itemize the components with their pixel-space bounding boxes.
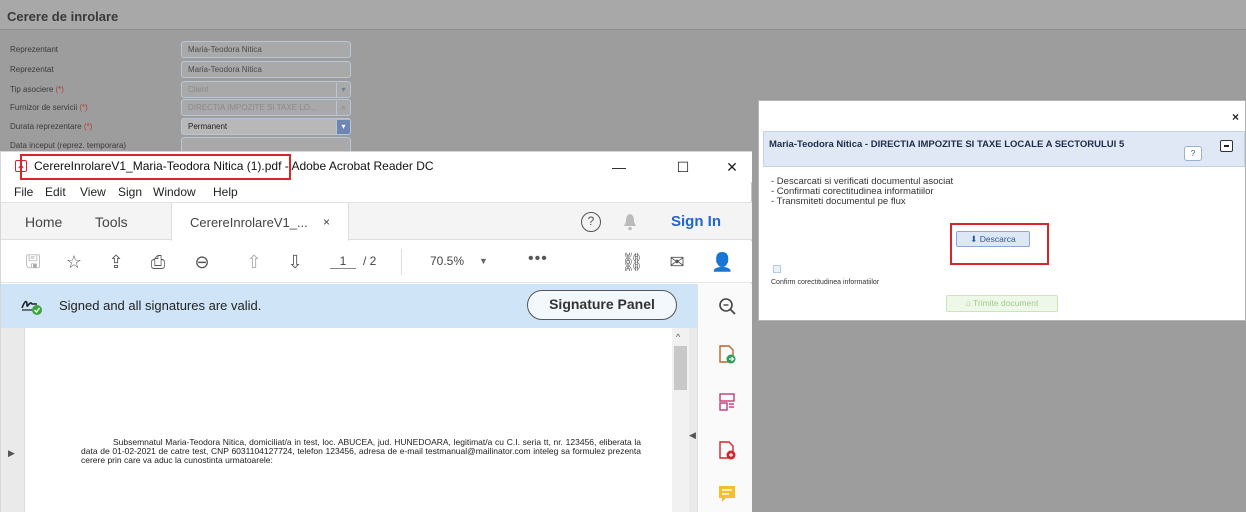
tab-tools[interactable]: Tools [95, 214, 128, 230]
send-document-button[interactable]: ⌂ Trimite document [946, 295, 1058, 312]
print-icon[interactable]: ⎙ [147, 251, 169, 273]
create-pdf-icon[interactable] [717, 440, 737, 460]
confirm-label: Confirm corectitudinea informatiilor [771, 279, 880, 286]
sign-in-link[interactable]: Sign In [671, 213, 721, 230]
vertical-scrollbar[interactable]: ^ [672, 328, 689, 512]
menu-view[interactable]: View [80, 185, 106, 199]
left-panel-arrow-icon[interactable]: ▶ [8, 448, 15, 459]
form-label: Reprezentant [10, 45, 59, 54]
add-user-icon[interactable]: 👤 [711, 251, 733, 273]
reprezentant-field[interactable]: Maria-Teodora Nitica [181, 41, 351, 58]
form-title: Cerere de inrolare [7, 9, 119, 24]
page-down-icon[interactable]: ⇩ [284, 251, 306, 273]
page-up-icon[interactable]: ⇧ [243, 251, 265, 273]
help-icon[interactable]: ? [581, 212, 601, 232]
minimize-button[interactable]: — [609, 157, 629, 177]
toolbar: 🖫 ☆ ⇪ ⎙ ⊖ ⇧ ⇩ 1 / 2 70.5% ▼ ••• ⛓ ✉ 👤 [1, 241, 752, 283]
menu-edit[interactable]: Edit [45, 185, 66, 199]
form-row-furnizor: Furnizor de servicii (*) DIRECTIA IMPOZI… [10, 99, 370, 117]
pdf-page: Subsemnatul Maria-Teodora Nitica, domici… [24, 328, 672, 512]
star-icon[interactable]: ☆ [63, 251, 85, 273]
signature-panel-button[interactable]: Signature Panel [527, 290, 677, 320]
chevron-down-icon: ▾ [336, 83, 350, 97]
furnizor-field[interactable]: DIRECTIA IMPOZITE SI TAXE LO... ⌕ [181, 99, 351, 116]
maximize-button[interactable]: ☐ [673, 157, 693, 177]
close-tab-icon[interactable]: × [323, 215, 330, 229]
form-label: Data inceput (reprez. temporara) [10, 141, 127, 150]
tools-rail [697, 284, 752, 512]
search-icon[interactable]: ⌕ [336, 101, 350, 115]
comment-icon[interactable] [717, 484, 737, 504]
tip-asociere-select[interactable]: Client ▾ [181, 81, 351, 98]
highlight-box [20, 154, 291, 180]
form-header: Cerere de inrolare [0, 0, 1246, 30]
form-label: Reprezentat [10, 65, 54, 74]
page-total: / 2 [363, 254, 377, 268]
send-label: Trimite document [973, 298, 1039, 308]
download-label: Descarca [979, 234, 1016, 244]
mail-icon[interactable]: ✉ [666, 251, 688, 273]
reprezentat-field[interactable]: Maria-Teodora Nitica [181, 61, 351, 78]
form-row-durata: Durata reprezentare (*) Permanent ▾ [10, 118, 370, 136]
scrollbar-thumb[interactable] [674, 346, 687, 390]
help-icon[interactable]: ? [1184, 146, 1202, 161]
close-button[interactable]: ✕ [722, 157, 742, 177]
form-label: Tip asociere (*) [10, 85, 64, 94]
close-icon[interactable]: × [1232, 110, 1239, 124]
menu-file[interactable]: File [14, 185, 33, 199]
signature-bar: Signed and all signatures are valid. Sig… [1, 284, 697, 328]
dialog-panel-header: Maria-Teodora Nitica - DIRECTIA IMPOZITE… [763, 131, 1245, 167]
form-row-reprezentant: Reprezentant Maria-Teodora Nitica [10, 41, 370, 59]
right-panel-arrow-icon[interactable]: ◀ [689, 430, 696, 441]
acrobat-window: ⅄ CerereInrolareV1_Maria-Teodora Nitica … [0, 151, 752, 512]
tab-home[interactable]: Home [25, 214, 62, 230]
collapse-button[interactable] [1220, 140, 1233, 152]
dialog-steps: - Descarcati si verificati documentul as… [771, 177, 953, 207]
tab-bar: Home Tools CerereInrolareV1_... × ? Sign… [1, 202, 752, 241]
menu-help[interactable]: Help [213, 185, 238, 199]
enrollment-dialog: × Maria-Teodora Nitica - DIRECTIA IMPOZI… [758, 100, 1246, 321]
bank-icon: ⌂ [965, 298, 971, 308]
download-icon: ⬇ [970, 234, 978, 244]
form-label: Durata reprezentare (*) [10, 122, 93, 131]
signature-valid-icon [21, 300, 42, 315]
menu-sign[interactable]: Sign [118, 185, 142, 199]
divider [401, 249, 402, 275]
page-number-input[interactable]: 1 [330, 254, 356, 269]
title-bar: ⅄ CerereInrolareV1_Maria-Teodora Nitica … [1, 152, 752, 182]
form-label: Furnizor de servicii (*) [10, 103, 88, 112]
more-icon[interactable]: ••• [528, 250, 548, 268]
organize-pages-icon[interactable] [717, 392, 737, 412]
cloud-upload-icon[interactable]: ⇪ [105, 251, 127, 273]
form-row-tip-asociere: Tip asociere (*) Client ▾ [10, 81, 370, 99]
tab-document-label: CerereInrolareV1_... [190, 215, 308, 230]
bell-icon[interactable] [623, 213, 637, 231]
durata-select[interactable]: Permanent ▾ [181, 118, 351, 135]
document-text: Subsemnatul Maria-Teodora Nitica, domici… [81, 437, 641, 465]
tab-document[interactable]: CerereInrolareV1_... × [171, 203, 349, 241]
zoom-level[interactable]: 70.5% [430, 254, 464, 268]
form-row-reprezentat: Reprezentat Maria-Teodora Nitica [10, 61, 370, 79]
save-icon[interactable]: 🖫 [22, 251, 44, 273]
chevron-down-icon: ▾ [336, 120, 350, 134]
export-pdf-icon[interactable] [717, 344, 737, 364]
signature-status: Signed and all signatures are valid. [59, 298, 262, 313]
scroll-up-icon[interactable]: ^ [676, 332, 680, 342]
confirm-checkbox[interactable] [773, 265, 781, 273]
dialog-panel-title: Maria-Teodora Nitica - DIRECTIA IMPOZITE… [769, 139, 1125, 150]
list-item: - Transmiteti documentul pe flux [771, 196, 906, 207]
document-paragraph: Subsemnatul Maria-Teodora Nitica, domici… [81, 438, 641, 465]
document-viewport: Subsemnatul Maria-Teodora Nitica, domici… [1, 328, 697, 512]
zoom-out-icon[interactable]: ⊖ [191, 251, 213, 273]
share-link-icon[interactable]: ⛓ [621, 251, 644, 273]
zoom-in-icon[interactable] [717, 296, 737, 316]
menu-window[interactable]: Window [153, 185, 196, 199]
menu-bar: File Edit View Sign Window Help [1, 182, 752, 202]
chevron-down-icon[interactable]: ▼ [479, 256, 488, 266]
download-button[interactable]: ⬇ Descarca [956, 231, 1030, 247]
